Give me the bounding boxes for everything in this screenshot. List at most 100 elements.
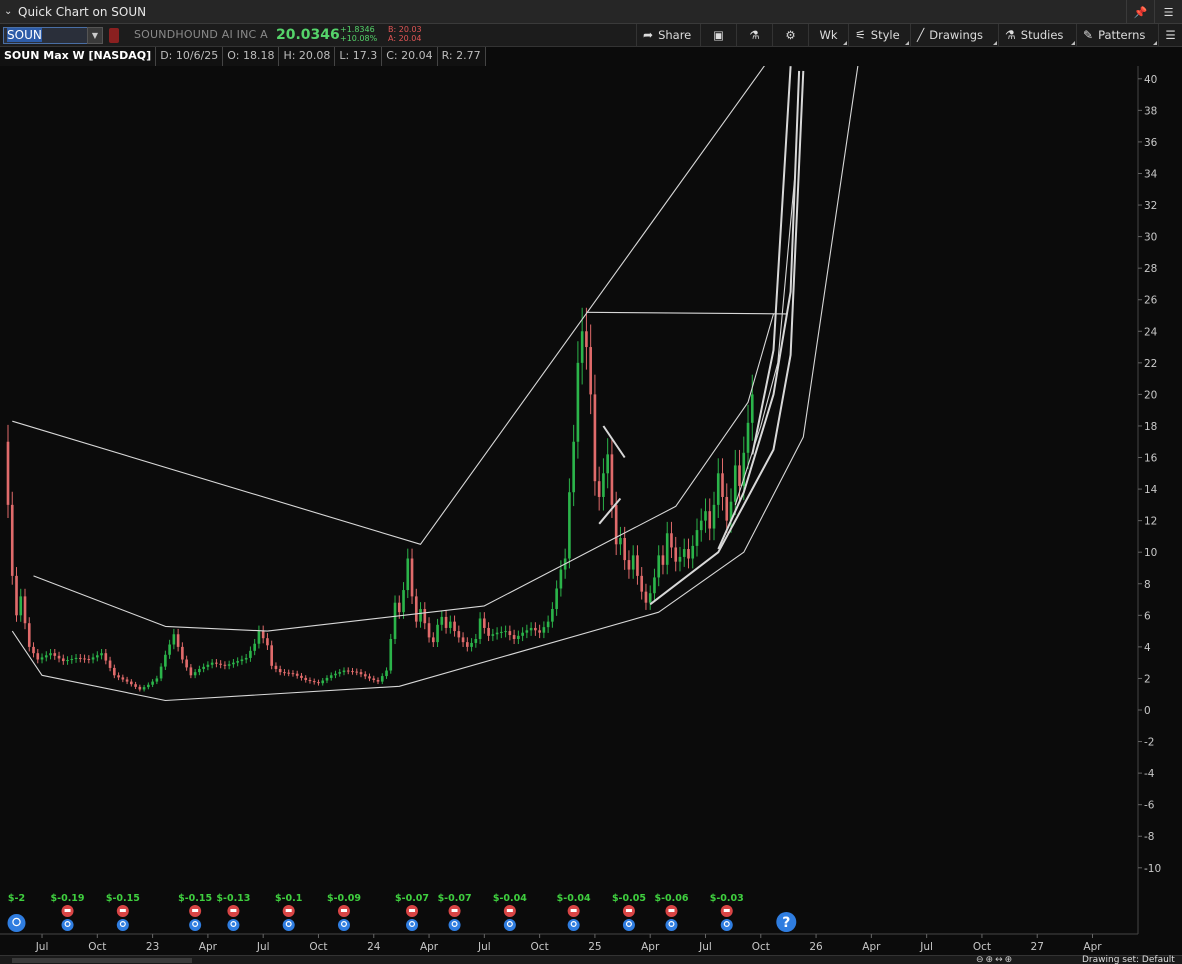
dividend-icon[interactable] (61, 919, 74, 931)
style-button[interactable]: ⚟ Style (848, 24, 910, 46)
dividend-icon[interactable] (406, 919, 419, 931)
collapse-chevron-icon[interactable]: ⌄ (4, 6, 18, 17)
flag-line-1[interactable] (602, 425, 626, 459)
dividend-icon[interactable] (189, 919, 202, 931)
price-axis[interactable]: 4442403836343230282624222018161412108642… (1137, 66, 1161, 934)
candle-body (551, 609, 554, 622)
dividend-icon[interactable] (282, 919, 295, 931)
symbol-description[interactable]: SOUN Max W [NASDAQ] (0, 47, 157, 66)
candle-body (500, 631, 503, 633)
y-tick-label: -10 (1144, 863, 1161, 875)
dropdown-corner-icon (1071, 41, 1075, 45)
candle-body (627, 560, 631, 570)
x-tick-label: Oct (752, 941, 770, 953)
studies-flask-icon: ⚗ (1005, 28, 1016, 42)
candle-body (419, 609, 422, 622)
symbol-dropdown-icon[interactable]: ▼ (87, 27, 103, 44)
candle-body (733, 465, 737, 502)
zoom-controls-icon[interactable]: ⊖⊕↔⊕ (976, 956, 1014, 964)
candle-body (100, 653, 103, 656)
candle-body (610, 454, 614, 505)
earnings-glyph (506, 909, 513, 912)
menu-icon[interactable]: ☰ (1154, 0, 1182, 24)
y-tick-label: 12 (1144, 516, 1157, 528)
dividend-icon[interactable] (665, 919, 678, 931)
candle-body (376, 680, 380, 682)
price-chart[interactable]: $-2 $-0.19 $-0.15 $-0.15 $-0.13 $-0.1 $-0.09 $-… (0, 66, 1182, 955)
flask-button[interactable]: ⚗ (736, 24, 772, 46)
drawings-button[interactable]: ╱ Drawings (910, 24, 998, 46)
share-button[interactable]: ➦ Share (636, 24, 697, 46)
candle-body (619, 537, 622, 545)
candle-body (359, 672, 363, 675)
studies-button[interactable]: ⚗ Studies (998, 24, 1076, 46)
x-tick-label: Jul (919, 941, 933, 953)
dividend-icon[interactable] (503, 919, 516, 931)
candle-body (389, 638, 393, 671)
candle-body (648, 593, 652, 603)
candle-body (606, 454, 609, 474)
y-tick-label: 14 (1144, 484, 1158, 496)
candle-body (665, 533, 669, 565)
last-price: 20.0346 (276, 27, 340, 43)
aggregation-button[interactable]: Wk (808, 24, 848, 46)
candle-body (487, 627, 490, 636)
candle-body (721, 473, 724, 497)
patterns-button[interactable]: ✎ Patterns (1076, 24, 1158, 46)
bar-open: O: 18.18 (223, 47, 280, 66)
toolbar-menu-button[interactable]: ☰ (1158, 24, 1182, 46)
earnings-value-label: $-0.1 (275, 893, 302, 904)
alert-flag-icon[interactable] (109, 28, 119, 43)
candle-body (266, 638, 269, 646)
dividend-icon[interactable] (567, 919, 580, 931)
big-channel-outer[interactable] (11, 66, 867, 702)
candle-body (534, 627, 537, 631)
earnings-value-label: $-0.09 (327, 893, 361, 904)
candle-body (202, 666, 205, 669)
time-axis[interactable]: Jul Oct 23 Apr Jul Oct 24 Apr Jul Oct 25 Apr Jul Oct 2… (0, 933, 1138, 953)
dividend-icon[interactable] (622, 919, 635, 931)
big-channel-upper[interactable] (12, 66, 812, 545)
dividend-icon[interactable] (448, 919, 461, 931)
dividend-icon[interactable] (720, 919, 733, 931)
candle-body (508, 631, 512, 636)
candle-body (699, 520, 703, 531)
resistance-line[interactable] (586, 311, 787, 315)
candle-body (385, 670, 388, 677)
flask-icon: ⚗ (749, 28, 760, 42)
y-tick-label: 32 (1144, 200, 1157, 212)
candle-body (538, 630, 541, 633)
candle-body (402, 590, 405, 613)
snapshot-button[interactable]: ▣ (700, 24, 736, 46)
dividend-icon[interactable] (227, 919, 240, 931)
earnings-glyph (668, 909, 675, 912)
candle-body (193, 672, 197, 676)
candle-body (74, 657, 78, 659)
candle-body (117, 675, 120, 678)
horizontal-scrollbar[interactable] (12, 958, 192, 963)
candle-body (164, 654, 167, 667)
chart-toolbar: SOUN ▼ SOUNDHOUND AI INC A 20.0346 +1.83… (0, 24, 1182, 47)
candle-body (410, 558, 414, 597)
candle-body (113, 667, 116, 676)
dividend-icon[interactable] (7, 914, 26, 932)
earnings-value-label: $-0.07 (395, 893, 429, 904)
candle-body (121, 677, 125, 680)
settings-button[interactable]: ⚙ (772, 24, 808, 46)
candle-body (427, 623, 431, 638)
trend-drawings[interactable] (11, 66, 867, 702)
pin-icon[interactable]: 📌 (1126, 0, 1154, 24)
candle-body (393, 602, 397, 639)
candle-body (23, 596, 27, 624)
candle-body (219, 663, 222, 665)
candle-body (691, 545, 695, 559)
candle-body (674, 547, 678, 562)
dividend-icon[interactable] (116, 919, 129, 931)
symbol-input[interactable]: SOUN (3, 27, 89, 44)
quick-chart-window: ⌄ Quick Chart on SOUN 📌 ☰ SOUN ▼ SOUNDHO… (0, 0, 1182, 964)
parabola-inner-1[interactable] (751, 66, 792, 455)
candle-body (521, 632, 524, 636)
y-tick-label: -8 (1144, 831, 1154, 843)
dividend-icon[interactable] (337, 919, 350, 931)
candle-body (244, 657, 248, 660)
